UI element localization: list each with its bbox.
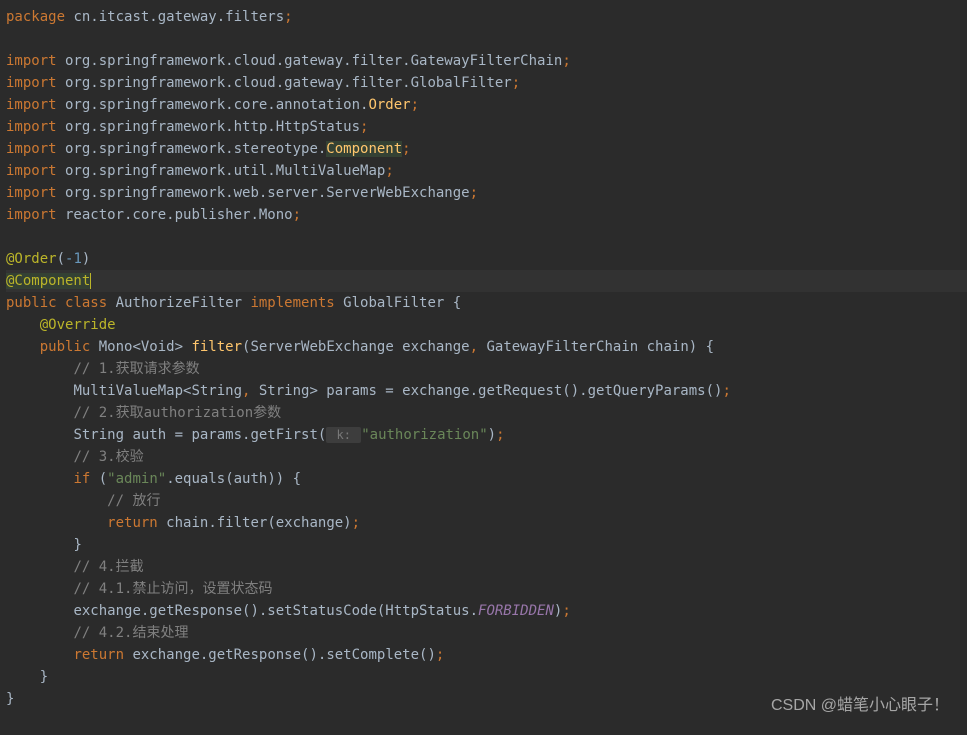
code-line: if ("admin".equals(auth)) { [6, 468, 967, 490]
code-line: // 2.获取authorization参数 [6, 402, 967, 424]
code-line: import org.springframework.http.HttpStat… [6, 116, 967, 138]
code-line [6, 226, 967, 248]
code-line: public Mono<Void> filter(ServerWebExchan… [6, 336, 967, 358]
code-line: return exchange.getResponse().setComplet… [6, 644, 967, 666]
code-line: // 4.2.结束处理 [6, 622, 967, 644]
code-line: import org.springframework.cloud.gateway… [6, 72, 967, 94]
code-line: // 3.校验 [6, 446, 967, 468]
code-line: import org.springframework.core.annotati… [6, 94, 967, 116]
code-line: import reactor.core.publisher.Mono; [6, 204, 967, 226]
code-editor[interactable]: package cn.itcast.gateway.filters; impor… [0, 0, 967, 716]
code-line: return chain.filter(exchange); [6, 512, 967, 534]
code-line: // 4.1.禁止访问，设置状态码 [6, 578, 967, 600]
code-line: } [6, 666, 967, 688]
code-line: import org.springframework.web.server.Se… [6, 182, 967, 204]
code-line: import org.springframework.stereotype.Co… [6, 138, 967, 160]
code-line: // 1.获取请求参数 [6, 358, 967, 380]
code-line: import org.springframework.util.MultiVal… [6, 160, 967, 182]
code-line: @Order(-1) [6, 248, 967, 270]
code-line: // 4.拦截 [6, 556, 967, 578]
code-line [6, 28, 967, 50]
code-line: MultiValueMap<String, String> params = e… [6, 380, 967, 402]
code-line: import org.springframework.cloud.gateway… [6, 50, 967, 72]
code-line: } [6, 688, 967, 710]
code-line: exchange.getResponse().setStatusCode(Htt… [6, 600, 967, 622]
code-line: // 放行 [6, 490, 967, 512]
code-line-active: @Component [6, 270, 967, 292]
code-line: } [6, 534, 967, 556]
code-line: String auth = params.getFirst( k: "autho… [6, 424, 967, 446]
code-line: public class AuthorizeFilter implements … [6, 292, 967, 314]
code-line: package cn.itcast.gateway.filters; [6, 6, 967, 28]
code-line: @Override [6, 314, 967, 336]
